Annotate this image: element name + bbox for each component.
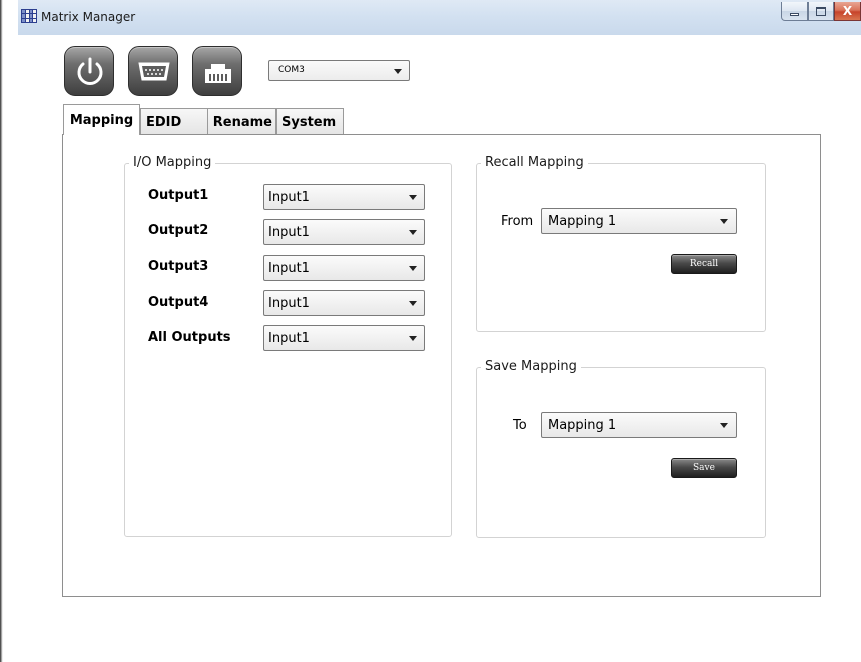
chevron-down-icon (409, 301, 417, 306)
tab-system[interactable]: System (276, 108, 344, 134)
recall-mapping-group: Recall Mapping From Mapping 1 Recall (476, 155, 766, 332)
recall-mapping-select[interactable]: Mapping 1 (541, 208, 737, 234)
tab-mapping[interactable]: Mapping (63, 104, 140, 135)
io-mapping-title: I/O Mapping (129, 155, 216, 170)
output-label: Output4 (148, 295, 209, 310)
power-button[interactable] (64, 46, 114, 96)
power-icon (77, 57, 103, 85)
save-mapping-title: Save Mapping (481, 359, 581, 374)
output-label: Output2 (148, 223, 209, 238)
output4-input-select[interactable]: Input1 (263, 290, 425, 316)
input-select-value: Input1 (268, 190, 310, 205)
output3-input-select[interactable]: Input1 (263, 255, 425, 281)
save-mapping-select[interactable]: Mapping 1 (541, 412, 737, 438)
tab-edid[interactable]: EDID (140, 108, 208, 134)
window-title: Matrix Manager (41, 10, 136, 24)
output2-input-select[interactable]: Input1 (263, 219, 425, 245)
lan-port-icon (205, 64, 231, 83)
serial-connection-button[interactable] (128, 46, 178, 96)
close-icon: X (842, 4, 853, 18)
title-bar (18, 0, 861, 35)
chevron-down-icon (720, 423, 728, 428)
recall-button[interactable]: Recall (671, 254, 737, 274)
input-select-value: Input1 (268, 296, 310, 311)
tab-rename[interactable]: Rename (208, 108, 276, 134)
input-select-value: Input1 (268, 261, 310, 276)
all-outputs-input-select[interactable]: Input1 (263, 325, 425, 351)
serial-port-icon (138, 62, 170, 81)
input-select-value: Input1 (268, 331, 310, 346)
output1-input-select[interactable]: Input1 (263, 184, 425, 210)
to-label: To (513, 418, 527, 433)
chevron-down-icon (394, 69, 402, 74)
minimize-button[interactable] (781, 2, 808, 21)
app-grid-icon (21, 9, 37, 23)
mapping-panel: I/O Mapping Output1 Input1 Output2 Input… (62, 134, 821, 597)
maximize-button[interactable] (808, 2, 834, 21)
input-select-value: Input1 (268, 225, 310, 240)
com-port-select[interactable]: COM3 (268, 60, 410, 81)
close-button[interactable]: X (834, 2, 861, 21)
output-label: Output1 (148, 188, 209, 203)
lan-connection-button[interactable] (192, 46, 242, 96)
io-mapping-group: I/O Mapping Output1 Input1 Output2 Input… (124, 155, 452, 537)
chevron-down-icon (720, 219, 728, 224)
from-label: From (501, 214, 534, 229)
save-mapping-value: Mapping 1 (548, 418, 617, 433)
output-label: All Outputs (148, 330, 231, 345)
recall-mapping-title: Recall Mapping (481, 155, 588, 170)
save-button[interactable]: Save (671, 458, 737, 478)
recall-mapping-value: Mapping 1 (548, 214, 617, 229)
com-port-value: COM3 (278, 65, 305, 75)
save-mapping-group: Save Mapping To Mapping 1 Save (476, 359, 766, 538)
chevron-down-icon (409, 336, 417, 341)
window-edge (0, 0, 3, 662)
chevron-down-icon (409, 230, 417, 235)
chevron-down-icon (409, 266, 417, 271)
minimize-icon (790, 12, 799, 16)
maximize-icon (816, 6, 826, 16)
output-label: Output3 (148, 259, 209, 274)
chevron-down-icon (409, 195, 417, 200)
